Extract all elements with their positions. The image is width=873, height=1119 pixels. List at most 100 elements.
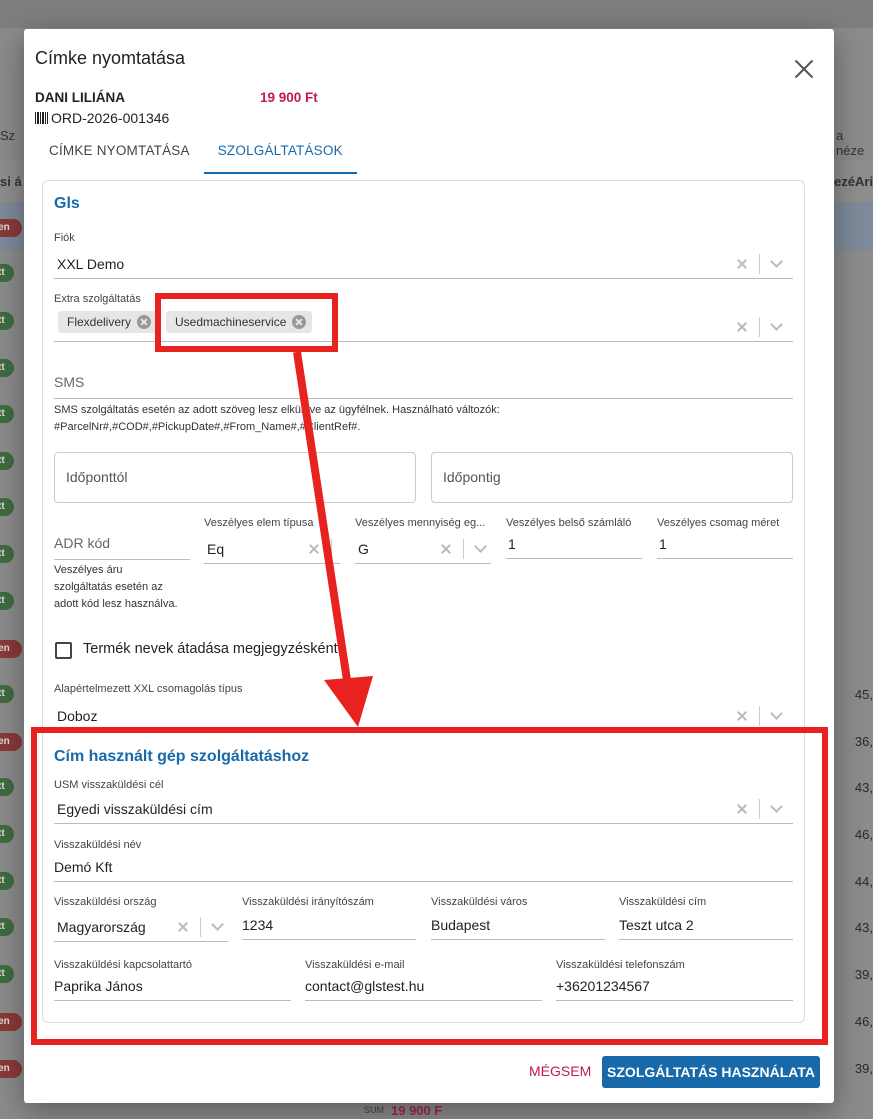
clear-icon[interactable] — [735, 709, 749, 723]
clear-icon[interactable] — [735, 257, 749, 271]
clear-icon[interactable] — [735, 802, 749, 816]
sms-variables: #ParcelNr#,#COD#,#PickupDate#,#From_Name… — [54, 421, 361, 433]
background-col-header: si á — [0, 174, 22, 189]
danger-internal-input[interactable]: 1 — [506, 531, 642, 559]
select-separator — [759, 799, 760, 819]
danger-internal-value: 1 — [508, 536, 516, 552]
packaging-controls — [735, 704, 785, 728]
order-price: 19 900 Ft — [260, 90, 318, 105]
sms-input[interactable]: SMS — [54, 361, 793, 399]
packaging-select[interactable]: Doboz — [54, 696, 793, 731]
adr-code-input[interactable]: ADR kód — [54, 529, 190, 560]
chip-remove-icon[interactable] — [137, 315, 152, 329]
return-zip-input[interactable]: 1234 — [242, 909, 416, 940]
return-country-select[interactable]: Magyarország — [54, 909, 228, 942]
account-value: XXL Demo — [57, 256, 125, 272]
clear-icon[interactable] — [307, 542, 321, 556]
return-city-input[interactable]: Budapest — [431, 909, 605, 940]
return-zip-label: Visszaküldési irányítószám — [242, 896, 374, 908]
services-card: Gls Fiók XXL Demo Extra szolgáltatás Fle… — [42, 180, 805, 1023]
background-status-pill: tt — [0, 498, 14, 516]
background-col-header: Ari — [855, 174, 873, 189]
background-amount: 43, — [854, 780, 873, 795]
return-address-input[interactable]: Teszt utca 2 — [619, 909, 793, 940]
chevron-down-icon[interactable] — [474, 540, 487, 553]
danger-type-select[interactable]: Eq — [204, 531, 340, 564]
return-name-value: Demó Kft — [54, 859, 113, 875]
danger-internal-label: Veszélyes belső számláló — [506, 517, 632, 529]
chevron-down-icon[interactable] — [211, 918, 224, 931]
clear-icon[interactable] — [439, 542, 453, 556]
sms-help-text: SMS szolgáltatás esetén az adott szöveg … — [54, 402, 789, 436]
usm-target-value: Egyedi visszaküldési cím — [57, 801, 213, 817]
adr-placeholder: ADR kód — [54, 535, 111, 551]
select-separator — [759, 706, 760, 726]
cancel-button[interactable]: MÉGSEM — [529, 1063, 591, 1079]
time-from-input[interactable]: Időponttól — [54, 452, 416, 503]
adr-help-line: szolgáltatás esetén az — [54, 581, 163, 593]
chevron-down-icon[interactable] — [770, 707, 783, 720]
chip-remove-icon[interactable] — [292, 315, 307, 329]
return-name-input[interactable]: Demó Kft — [54, 851, 793, 882]
chip-flexdelivery: Flexdelivery — [58, 311, 158, 333]
chevron-down-icon[interactable] — [770, 255, 783, 268]
usm-target-label: USM visszaküldési cél — [54, 779, 164, 791]
return-contact-input[interactable]: Paprika János — [54, 971, 291, 1001]
return-address-label: Visszaküldési cím — [619, 896, 707, 908]
danger-qty-controls — [439, 537, 489, 561]
account-label: Fiók — [54, 232, 75, 244]
danger-type-label: Veszélyes elem típusa — [204, 517, 314, 529]
return-city-value: Budapest — [431, 917, 491, 933]
product-names-checkbox[interactable] — [55, 642, 72, 659]
return-country-label: Visszaküldési ország — [54, 896, 157, 908]
background-amount: 46, — [854, 827, 873, 842]
chevron-down-icon[interactable] — [770, 800, 783, 813]
danger-qty-label: Veszélyes mennyiség eg... — [355, 517, 486, 529]
dialog-title: Címke nyomtatása — [35, 48, 186, 68]
background-status-pill: tt — [0, 918, 14, 936]
use-service-button[interactable]: SZOLGÁLTATÁS HASZNÁLATA — [602, 1056, 820, 1088]
return-email-label: Visszaküldési e-mail — [305, 959, 405, 971]
time-to-placeholder: Időpontig — [443, 469, 501, 485]
order-id: ORD-2026-001346 — [35, 110, 169, 126]
danger-size-input[interactable]: 1 — [657, 531, 793, 559]
usm-target-select[interactable]: Egyedi visszaküldési cím — [54, 791, 793, 824]
tab-label-print[interactable]: CÍMKE NYOMTATÁSA — [35, 137, 204, 174]
background-col-header: ezé — [834, 174, 855, 189]
return-email-input[interactable]: contact@glstest.hu — [305, 971, 542, 1001]
label-print-dialog: Címke nyomtatása DANI LILIÁNA 19 900 Ft … — [24, 29, 834, 1103]
account-select[interactable]: XXL Demo — [54, 245, 793, 279]
tab-services[interactable]: SZOLGÁLTATÁSOK — [203, 137, 357, 174]
select-separator — [759, 317, 760, 337]
background-status-pill: tlen — [0, 1013, 22, 1031]
danger-type-value: Eq — [207, 541, 225, 557]
background-status-pill: tlen — [0, 219, 22, 237]
gls-section-title: Gls — [54, 195, 80, 212]
background-amount: 46, — [854, 1014, 873, 1029]
chip-label: Usedmachineservice — [175, 315, 287, 329]
sms-help-line: SMS szolgáltatás esetén az adott szöveg … — [54, 404, 500, 416]
sms-placeholder: SMS — [54, 374, 85, 390]
chevron-down-icon[interactable] — [770, 318, 783, 331]
time-to-input[interactable]: Időpontig — [431, 452, 793, 503]
background-amount: 43, — [854, 920, 873, 935]
select-separator — [463, 539, 464, 559]
clear-icon[interactable] — [735, 320, 749, 334]
extra-service-label: Extra szolgáltatás — [54, 293, 141, 305]
return-country-value: Magyarország — [57, 919, 146, 935]
chip-label: Flexdelivery — [67, 315, 132, 329]
background-status-pill: tt — [0, 592, 14, 610]
background-status-pill: tt — [0, 264, 14, 282]
select-separator — [331, 539, 332, 559]
return-zip-value: 1234 — [242, 917, 274, 933]
background-toolbar-text-right: a néze — [836, 128, 865, 158]
extra-service-select[interactable]: Flexdelivery Usedmachineservice — [54, 305, 793, 342]
close-icon[interactable] — [792, 57, 816, 81]
danger-qty-select[interactable]: G — [355, 531, 491, 564]
return-phone-label: Visszaküldési telefonszám — [556, 959, 685, 971]
return-phone-input[interactable]: +36201234567 — [556, 971, 793, 1001]
background-status-pill: tt — [0, 685, 14, 703]
danger-size-label: Veszélyes csomag méret — [657, 517, 780, 529]
return-contact-value: Paprika János — [54, 978, 143, 994]
clear-icon[interactable] — [176, 920, 190, 934]
